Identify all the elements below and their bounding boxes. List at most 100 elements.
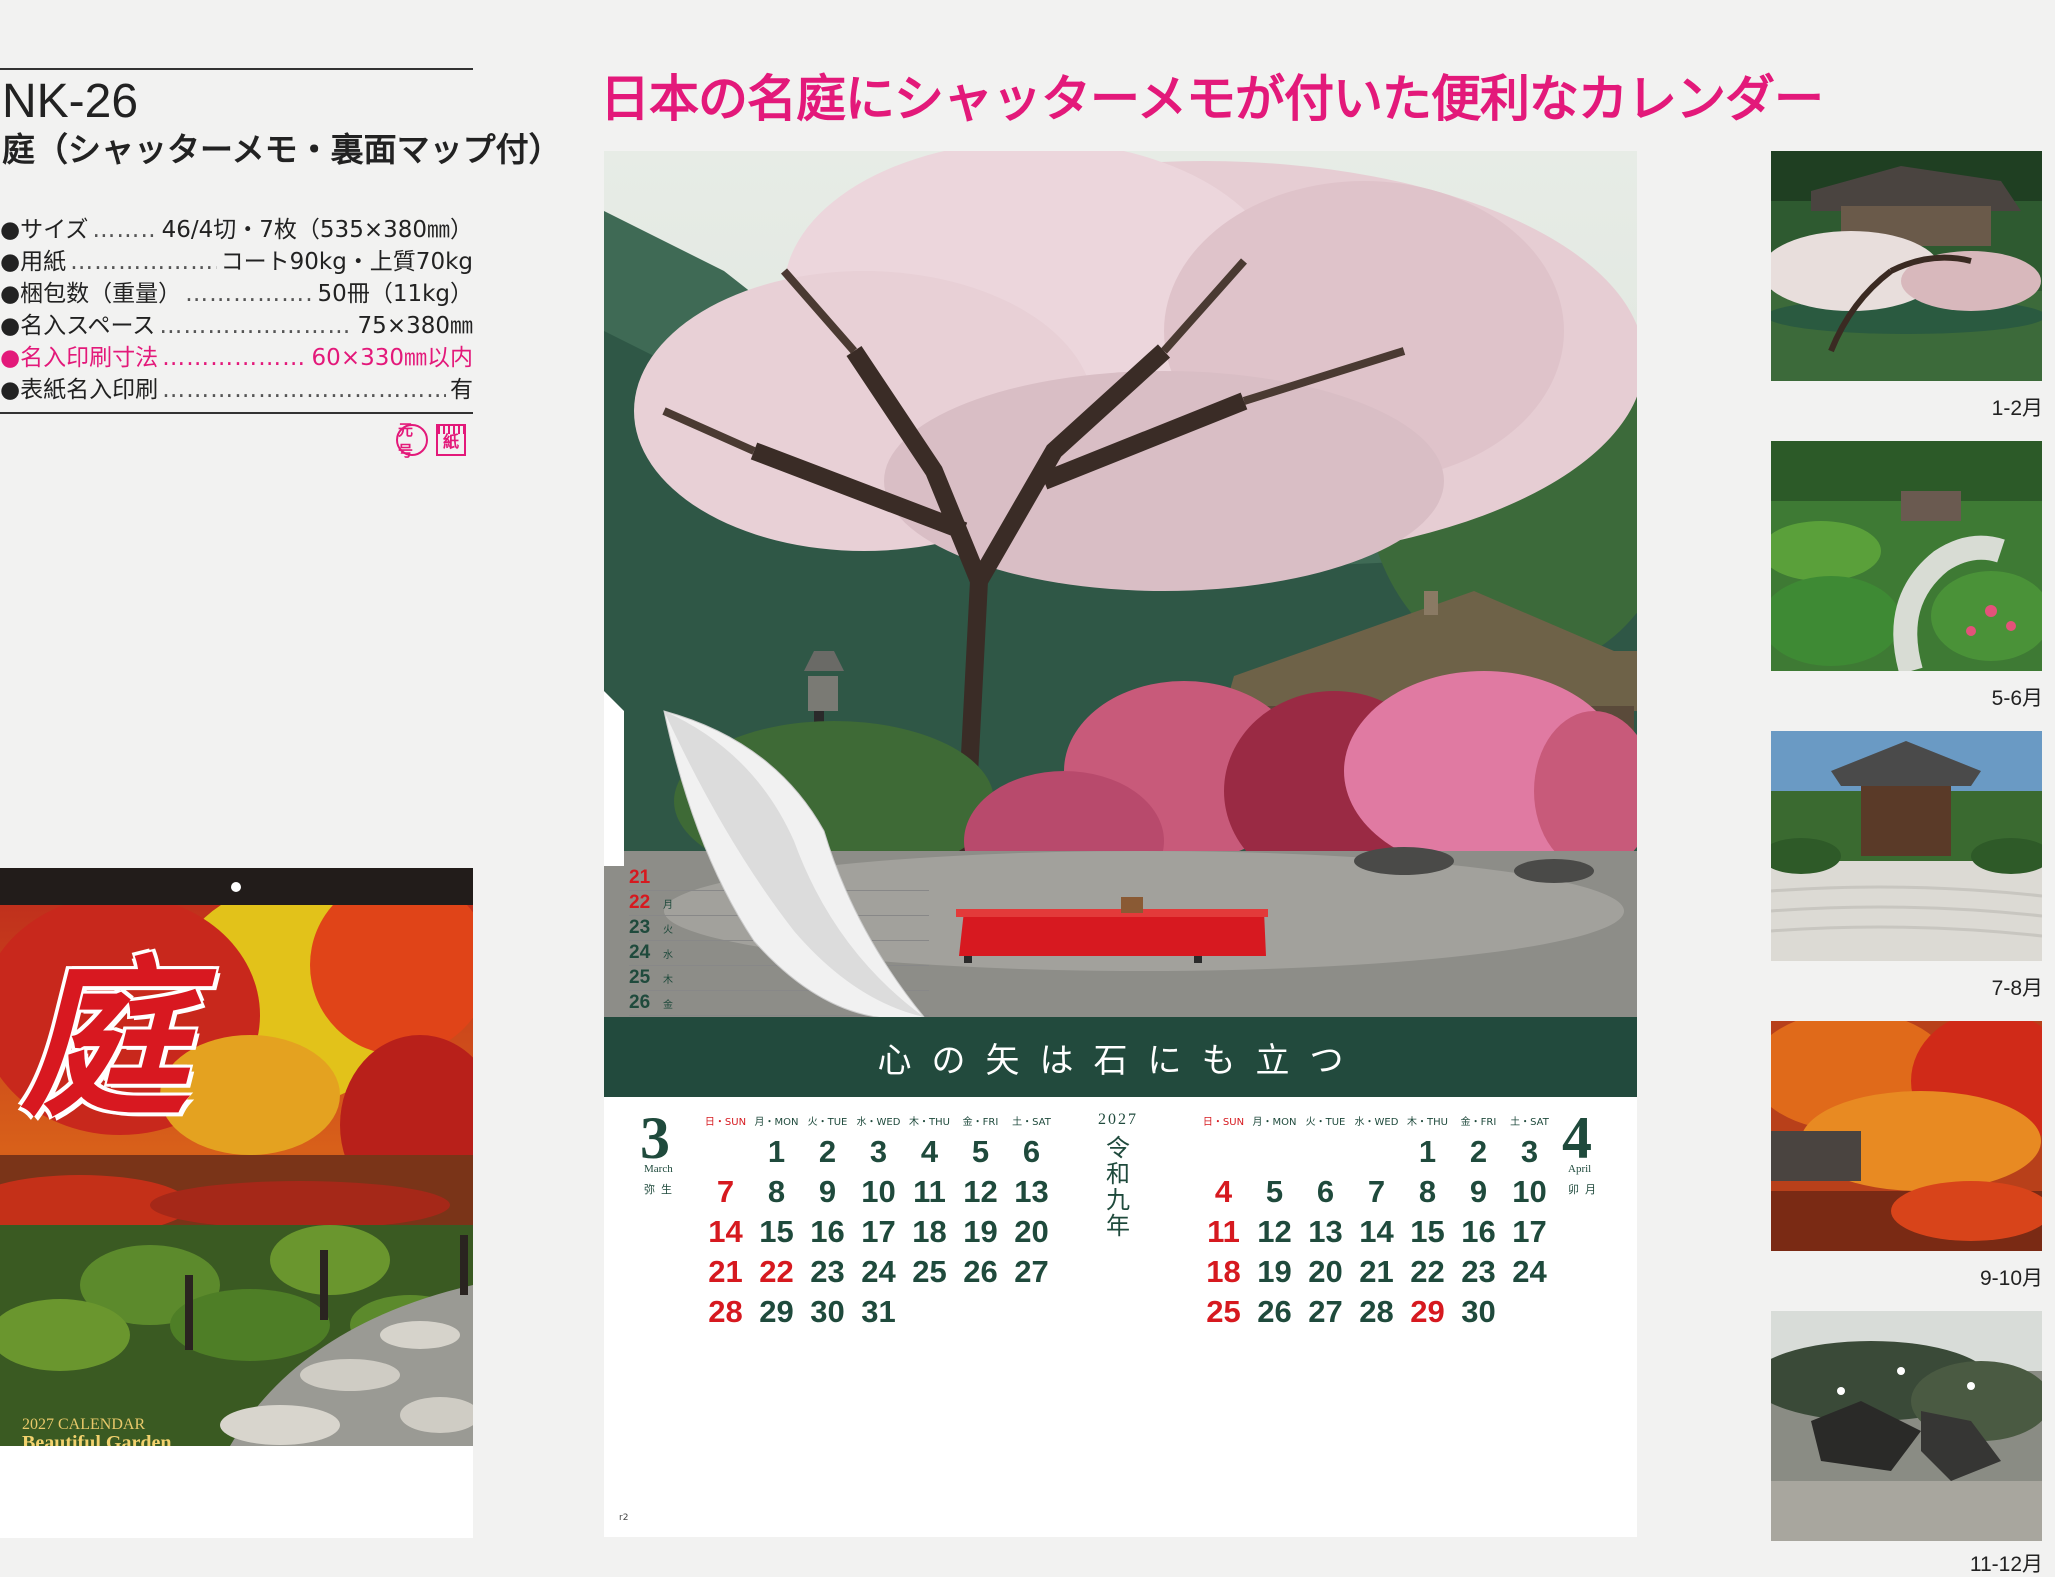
product-code: NK-26 [2,75,139,128]
spec-label: ●表紙名入印刷 [0,377,159,403]
calendar-empty-cell [1351,1135,1402,1175]
weekday-header: 日・SUN [704,1117,747,1128]
month-number: 3 [640,1105,670,1171]
calendar-day: 12 [963,1174,998,1209]
month-grid-march: 日・SUN 月・MON 火・TUE 水・WED 木・THU 金・FRI 土・SAT 1 2 3 4 5… [700,1113,1057,1335]
weekday-header: 月・MON [1252,1117,1297,1128]
headline: 日本の名庭にシャッターメモが付いた便利なカレンダー [600,70,1824,128]
spec-value: 50冊（11kg） [317,281,473,307]
calendar-day: 13 [1308,1214,1343,1249]
cover-title-kanji: 庭 [20,940,191,1140]
calendar-day: 26 [963,1254,998,1289]
calendar-day: 20 [1308,1254,1343,1289]
spec-value: 75×380㎜ [357,313,473,339]
calendar-day: 7 [716,1174,735,1209]
calendar-day: 24 [861,1254,896,1289]
calendar-day: 9 [1469,1174,1488,1209]
year-number: 2027 [1098,1111,1138,1128]
calendar-day: 21 [708,1254,743,1289]
calendar-empty-cell [1006,1295,1057,1335]
hanging-hole [231,882,241,892]
spec-value: 60×330㎜以内 [311,345,473,371]
spec-packing: ●梱包数（重量） …………………………………………………… 50冊（11kg） [0,278,473,310]
garden-photo: 21 22 月 23 火 24 水 25 木 26 金 [604,151,1637,1017]
paper-badge-icon: 紙 [436,424,466,456]
leader-dots: …………………………………………………… [159,313,353,339]
weekday-header: 水・WED [856,1117,901,1128]
spec-name-space: ●名入スペース …………………………………………………… 75×380㎜ [0,310,473,342]
spec-label: ●梱包数（重量） [0,281,182,307]
spec-value: 46/4切・7枚（535×380㎜） [161,217,473,243]
leader-dots: …………………………………………………… [70,249,217,275]
spec-size: ●サイズ …………………………………………………… 46/4切・7枚（535×3… [0,214,473,246]
calendar-day: 11 [1207,1214,1240,1249]
calendar-empty-cell [1249,1135,1300,1175]
calendar-day: 19 [963,1214,998,1249]
month-number: 4 [1562,1105,1592,1171]
spec-value: 有 [450,377,473,403]
thumbnail-nov-dec [1771,1311,2042,1541]
calendar-day: 22 [759,1254,794,1289]
month-grid-april: 日・SUN 月・MON 火・TUE 水・WED 木・THU 金・FRI 土・SAT 1 2 3 4 5… [1198,1113,1555,1335]
calendar-day: 27 [1308,1294,1343,1329]
calendar-day: 16 [1461,1214,1496,1249]
calendar-day: 18 [912,1214,947,1249]
calendar-day: 30 [1461,1294,1496,1329]
calendar-day: 8 [767,1174,786,1209]
proverb-text: 心の矢は石にも立つ [877,1040,1364,1081]
cover-thumbnail: 庭 2027 CALENDAR Beautiful Garden [0,868,473,1538]
proverb-band: 心の矢は石にも立つ [604,1017,1637,1097]
calendar-day: 18 [1206,1254,1241,1289]
calendar-day: 4 [1214,1174,1233,1209]
weekday-header: 火・TUE [1305,1117,1346,1128]
main-calendar: 21 22 月 23 火 24 水 25 木 26 金 心の矢は石にも立つ 3 … [604,151,1637,1537]
calendar-day: 11 [913,1174,946,1209]
calendar-day: 15 [1410,1214,1445,1249]
calendar-day: 29 [759,1294,794,1329]
calendar-day: 2 [818,1134,837,1169]
thumbnail-jul-aug [1771,731,2042,961]
calendar-day: 30 [810,1294,845,1329]
calendar-empty-cell [955,1295,1006,1335]
thumbnail-sep-oct [1771,1021,2042,1251]
weekday-header: 金・FRI [962,1117,999,1128]
month-english: April [1568,1163,1592,1175]
calendar-day: 26 [1257,1294,1292,1329]
calendar-day: 22 [1410,1254,1445,1289]
calendar-day: 23 [1461,1254,1496,1289]
year-column: 2027 令和九年 [1098,1111,1138,1239]
page-curl [604,691,925,1017]
calendar-day: 31 [861,1294,896,1329]
month-english: March [644,1163,673,1175]
spec-label: ●用紙 [0,249,67,275]
calendar-day: 25 [1206,1294,1241,1329]
era-badge-icon: 元号 [396,421,428,460]
leader-dots: …………………………………………………… [92,217,157,243]
cover-photo: 庭 2027 CALENDAR Beautiful Garden [0,905,473,1446]
weekday-header: 木・THU [1407,1117,1448,1128]
calendar-day: 6 [1316,1174,1335,1209]
calendar-day: 16 [810,1214,845,1249]
calendar-day: 10 [1512,1174,1547,1209]
calendar-empty-cell [700,1135,751,1175]
thumbnail-label: 7-8月 [1991,977,2043,1000]
thumbnail-jan-feb [1771,151,2042,381]
weekday-header: 木・THU [909,1117,950,1128]
top-divider [0,68,473,70]
calendar-empty-cell [1300,1135,1351,1175]
calendar-day: 3 [1520,1134,1539,1169]
calendar-day: 14 [1359,1214,1394,1249]
calendar-day: 20 [1014,1214,1049,1249]
calendar-day: 24 [1512,1254,1547,1289]
calendar-day: 1 [767,1134,786,1169]
calendar-day: 15 [759,1214,794,1249]
leader-dots: …………………………………………………… [185,281,313,307]
spec-cover-print: ●表紙名入印刷 ………………………………………………………………………… 有 [0,374,473,406]
calendar-day: 29 [1410,1294,1445,1329]
calendar-day: 25 [912,1254,947,1289]
weekday-header: 火・TUE [807,1117,848,1128]
calendar-empty-cell [1504,1295,1555,1335]
calendar-day: 14 [708,1214,743,1249]
calendar-day: 1 [1418,1134,1437,1169]
month-japanese: 弥生 [644,1183,678,1196]
